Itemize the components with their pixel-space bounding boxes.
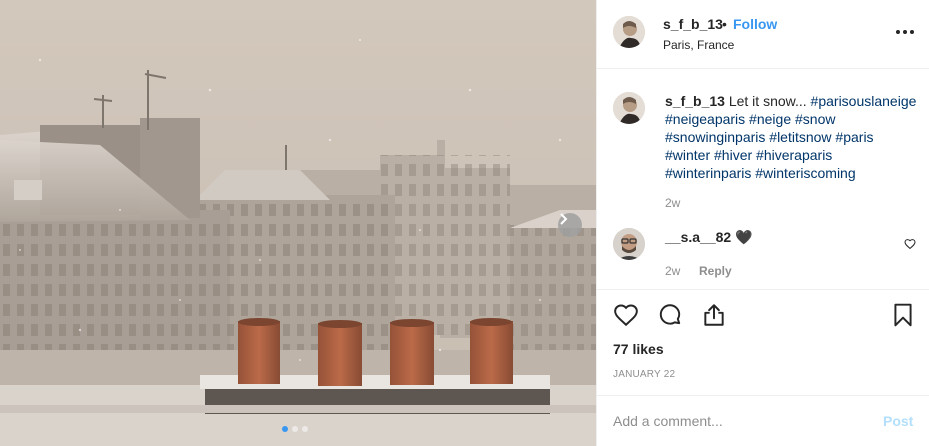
carousel-dot	[282, 426, 288, 432]
comment-timestamp[interactable]: 2w	[665, 264, 680, 278]
chevron-right-icon	[560, 213, 568, 225]
comment-like-icon[interactable]	[904, 238, 916, 250]
comment-input[interactable]	[613, 412, 863, 430]
avatar[interactable]	[613, 16, 645, 48]
header-separator: •	[722, 16, 727, 32]
post-author-username[interactable]: s_f_b_13	[663, 16, 723, 32]
follow-button[interactable]: Follow	[733, 16, 777, 32]
avatar[interactable]	[613, 92, 645, 124]
caption-text: Let it snow...	[728, 93, 807, 109]
comment-icon[interactable]	[657, 302, 683, 328]
caption-timestamp[interactable]: 2w	[665, 196, 680, 210]
reply-button[interactable]: Reply	[699, 264, 732, 278]
post-date[interactable]: JANUARY 22	[613, 369, 675, 380]
profile-photo	[613, 228, 645, 260]
likes-count[interactable]: 77 likes	[613, 341, 664, 357]
comment: __s.a__82 🖤	[665, 229, 753, 246]
carousel-dot	[292, 426, 298, 432]
profile-photo	[613, 16, 645, 48]
share-icon[interactable]	[701, 302, 727, 328]
heart-icon[interactable]	[613, 302, 639, 328]
profile-photo	[613, 92, 645, 124]
comment-username[interactable]: __s.a__82	[665, 229, 731, 245]
post-location[interactable]: Paris, France	[663, 38, 734, 52]
post-details-panel: s_f_b_13 • Follow Paris, France s_f_b_13…	[596, 0, 929, 446]
post-caption: s_f_b_13 Let it snow... #parisouslaneige…	[665, 92, 917, 182]
comment-text: 🖤	[735, 229, 753, 245]
post-header: s_f_b_13 • Follow Paris, France	[597, 0, 929, 69]
carousel-indicator	[282, 426, 308, 432]
bookmark-icon[interactable]	[890, 302, 916, 328]
post-photo[interactable]	[0, 0, 596, 446]
post-comment-button[interactable]: Post	[883, 413, 913, 429]
next-slide-button[interactable]	[558, 213, 582, 237]
more-options-icon[interactable]	[893, 24, 917, 40]
actions-divider	[597, 289, 929, 290]
avatar[interactable]	[613, 228, 645, 260]
snowy-paris-rooftops-image	[0, 0, 596, 446]
carousel-dot	[302, 426, 308, 432]
caption-username[interactable]: s_f_b_13	[665, 93, 725, 109]
add-comment-bar: Post	[597, 395, 929, 446]
